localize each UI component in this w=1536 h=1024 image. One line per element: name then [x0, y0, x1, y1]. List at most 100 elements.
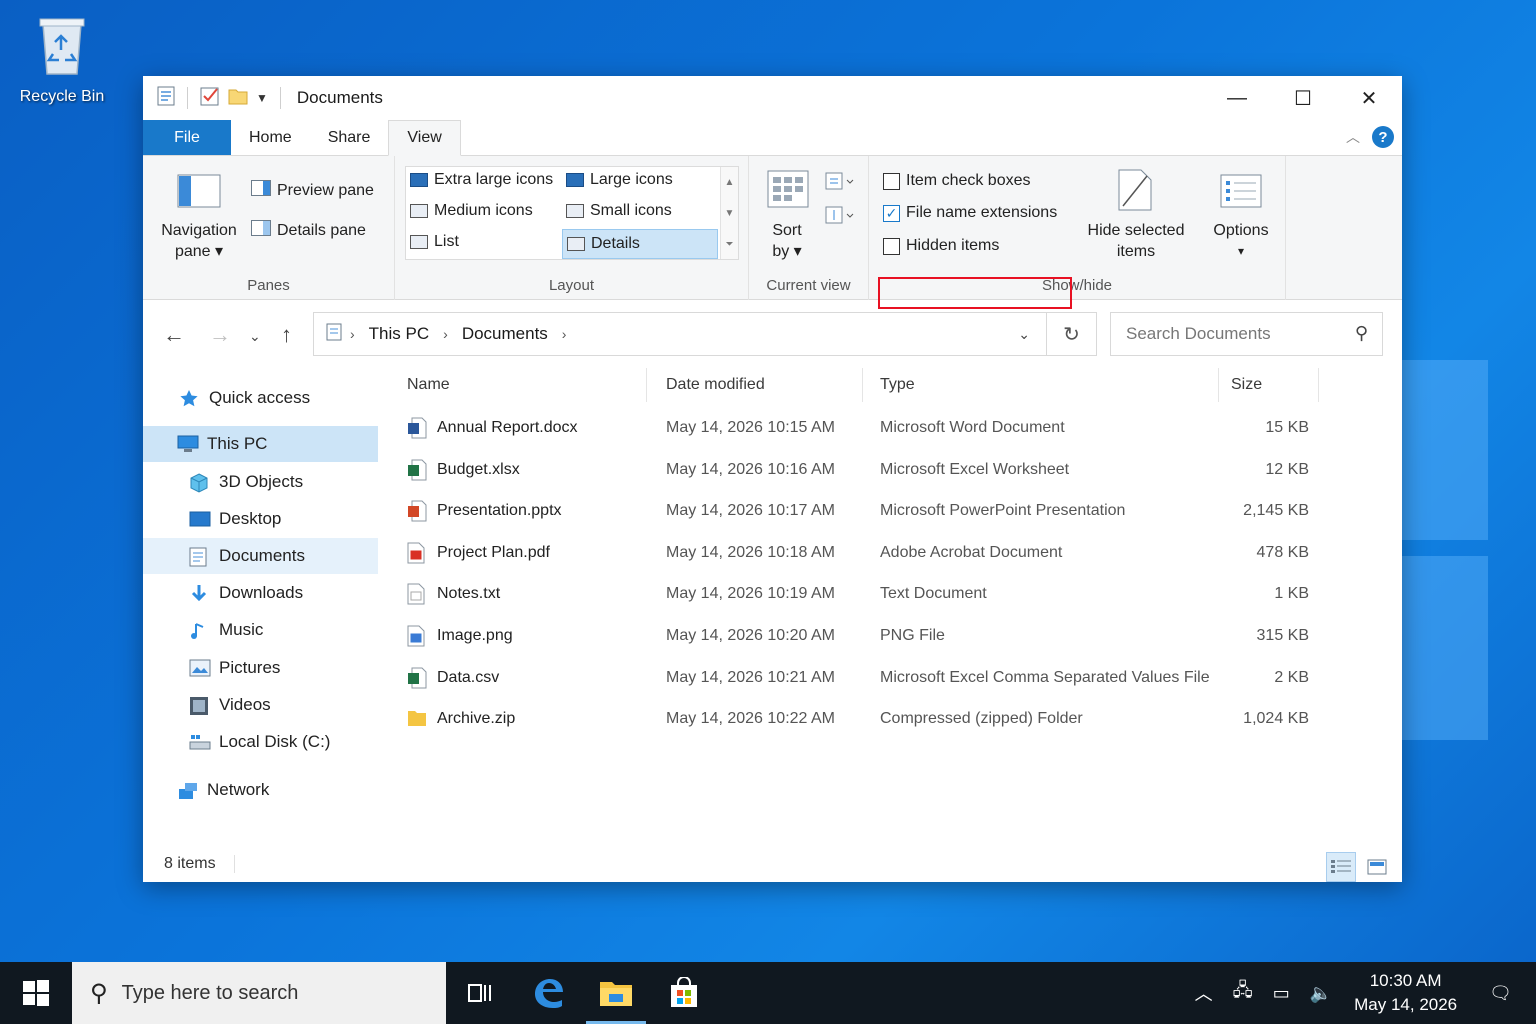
maximize-button[interactable]: ☐ — [1270, 76, 1336, 120]
recycle-bin-shortcut[interactable]: Recycle Bin — [16, 14, 108, 106]
file-row[interactable]: Data.csv May 14, 2026 10:21 AM Microsoft… — [391, 658, 1381, 698]
clock[interactable]: 10:30 AM May 14, 2026 — [1354, 969, 1457, 1017]
small-icons-option[interactable]: Small icons — [566, 202, 672, 220]
gallery-expand-icon[interactable]: ⏷ — [721, 229, 738, 260]
file-name-extensions-checkbox[interactable]: File name extensions — [883, 204, 1057, 222]
edge-browser-icon[interactable] — [514, 962, 582, 1024]
file-row[interactable]: Notes.txt May 14, 2026 10:19 AM Text Doc… — [391, 574, 1381, 614]
task-view-icon[interactable] — [446, 962, 514, 1024]
sort-by-button[interactable]: Sort by ▾ — [757, 220, 817, 262]
nav-item-music[interactable]: Music — [143, 612, 378, 648]
file-name-extensions-box[interactable] — [883, 204, 900, 222]
gallery-scroll-down-icon[interactable]: ▼ — [721, 198, 738, 229]
item-check-boxes-checkbox[interactable]: Item check boxes — [883, 172, 1031, 190]
file-row[interactable]: Image.png May 14, 2026 10:20 AM PNG File… — [391, 616, 1381, 656]
column-header-size[interactable]: Size — [1219, 368, 1319, 402]
file-name-cell[interactable]: Archive.zip — [407, 699, 647, 739]
tab-view[interactable]: View — [388, 120, 461, 156]
window-title: Documents — [296, 88, 383, 107]
forward-arrow-icon[interactable]: → — [209, 322, 231, 348]
list-option[interactable]: List — [410, 233, 459, 251]
nav-item-local-disk[interactable]: Local Disk (C:) — [143, 724, 378, 760]
hide-selected-items-button[interactable]: Hide selected items — [1081, 220, 1191, 262]
file-name-cell[interactable]: Image.png — [407, 616, 647, 656]
file-row[interactable]: Budget.xlsx May 14, 2026 10:16 AM Micros… — [391, 450, 1381, 490]
group-by-icon[interactable] — [825, 170, 855, 195]
notifications-icon[interactable]: 🗨 — [1489, 983, 1512, 1004]
breadcrumb-chevron-icon[interactable]: › — [562, 326, 567, 342]
breadcrumb-chevron-icon[interactable]: › — [350, 326, 355, 342]
column-header-name[interactable]: Name — [391, 368, 647, 402]
nav-item-this-pc[interactable]: This PC — [143, 426, 378, 462]
tab-home[interactable]: Home — [231, 120, 310, 155]
volume-icon[interactable]: 🔈 — [1310, 983, 1332, 1004]
large-icons-view-toggle-icon[interactable] — [1362, 852, 1392, 882]
breadcrumb-this-pc[interactable]: This PC — [369, 324, 429, 344]
breadcrumb-chevron-icon[interactable]: › — [443, 326, 448, 342]
breadcrumb-documents[interactable]: Documents — [462, 324, 548, 344]
file-name-cell[interactable]: Data.csv — [407, 658, 647, 698]
details-option[interactable]: Details — [562, 229, 718, 259]
file-name-cell[interactable]: Presentation.pptx — [407, 491, 647, 531]
nav-item-downloads[interactable]: Downloads — [143, 575, 378, 611]
show-hidden-icons-chevron-icon[interactable]: ︿ — [1195, 980, 1213, 1006]
hidden-items-box[interactable] — [883, 237, 900, 255]
file-row[interactable]: Archive.zip May 14, 2026 10:22 AM Compre… — [391, 699, 1381, 739]
network-status-icon[interactable]: 🖧 — [1233, 978, 1253, 1008]
up-arrow-icon[interactable]: ↑ — [281, 322, 292, 348]
recent-locations-chevron-icon[interactable]: ⌄ — [249, 328, 261, 345]
start-button[interactable] — [0, 962, 72, 1024]
file-row[interactable]: Project Plan.pdf May 14, 2026 10:18 AM A… — [391, 533, 1381, 573]
nav-item-pictures[interactable]: Pictures — [143, 650, 378, 686]
taskbar-search-box[interactable]: ⚲ Type here to search — [72, 962, 446, 1024]
collapse-ribbon-chevron-icon[interactable]: ︿ — [1346, 127, 1360, 147]
close-button[interactable]: ✕ — [1336, 76, 1402, 120]
refresh-button[interactable]: ↻ — [1047, 312, 1097, 356]
properties-icon[interactable] — [157, 86, 175, 111]
nav-item-desktop[interactable]: Desktop — [143, 501, 378, 537]
gallery-scroll-up-icon[interactable]: ▲ — [721, 167, 738, 198]
large-icons-option[interactable]: Large icons — [566, 171, 673, 189]
nav-item-documents[interactable]: Documents — [143, 538, 378, 574]
title-bar[interactable]: ▼ Documents — ☐ ✕ — [143, 76, 1402, 120]
help-icon[interactable]: ? — [1372, 126, 1394, 148]
hidden-items-checkbox[interactable]: Hidden items — [883, 237, 999, 255]
address-dropdown-icon[interactable]: ⌄ — [1018, 326, 1030, 343]
back-arrow-icon[interactable]: ← — [163, 322, 185, 348]
nav-item-videos[interactable]: Videos — [143, 687, 378, 723]
tab-share[interactable]: Share — [310, 120, 389, 155]
microsoft-store-icon[interactable] — [650, 962, 718, 1024]
item-check-boxes-box[interactable] — [883, 172, 900, 190]
nav-item-network[interactable]: Network — [143, 772, 378, 808]
nav-item-3d-objects[interactable]: 3D Objects — [143, 464, 378, 500]
file-explorer-taskbar-icon[interactable] — [582, 962, 650, 1024]
file-row[interactable]: Presentation.pptx May 14, 2026 10:17 AM … — [391, 491, 1381, 531]
options-button[interactable]: Options ▾ — [1201, 220, 1281, 262]
new-folder-icon[interactable] — [228, 86, 248, 111]
address-bar[interactable]: › This PC › Documents › ⌄ — [313, 312, 1047, 356]
file-name-cell[interactable]: Budget.xlsx — [407, 450, 647, 490]
file-row[interactable]: Annual Report.docx May 14, 2026 10:15 AM… — [391, 408, 1381, 448]
column-header-date-modified[interactable]: Date modified — [650, 368, 863, 402]
minimize-button[interactable]: — — [1204, 76, 1270, 120]
add-columns-icon[interactable] — [825, 204, 855, 231]
column-header-type[interactable]: Type — [864, 368, 1219, 402]
layout-gallery-scrollbar[interactable]: ▲ ▼ ⏷ — [720, 167, 738, 259]
tab-file[interactable]: File — [143, 120, 231, 155]
display-icon[interactable]: ▭ — [1273, 983, 1290, 1004]
customize-toolbar-dropdown-icon[interactable]: ▼ — [256, 91, 268, 105]
file-name-cell[interactable]: Annual Report.docx — [407, 408, 647, 448]
preview-pane-label: Preview pane — [277, 181, 374, 199]
medium-icons-option[interactable]: Medium icons — [410, 202, 533, 220]
preview-pane-button[interactable]: Preview pane — [251, 180, 374, 201]
details-pane-button[interactable]: Details pane — [251, 220, 366, 241]
file-name-cell[interactable]: Notes.txt — [407, 574, 647, 614]
nav-item-quick-access[interactable]: Quick access — [143, 380, 378, 416]
navigation-pane-button[interactable]: Navigation pane ▾ — [155, 220, 243, 262]
search-input[interactable]: Search Documents ⚲ — [1110, 312, 1383, 356]
checkmark-icon[interactable] — [200, 86, 220, 111]
hide-selected-items-label: items — [1116, 243, 1156, 260]
details-view-toggle-icon[interactable] — [1326, 852, 1356, 882]
extra-large-icons-option[interactable]: Extra large icons — [410, 171, 553, 189]
file-name-cell[interactable]: Project Plan.pdf — [407, 533, 647, 573]
